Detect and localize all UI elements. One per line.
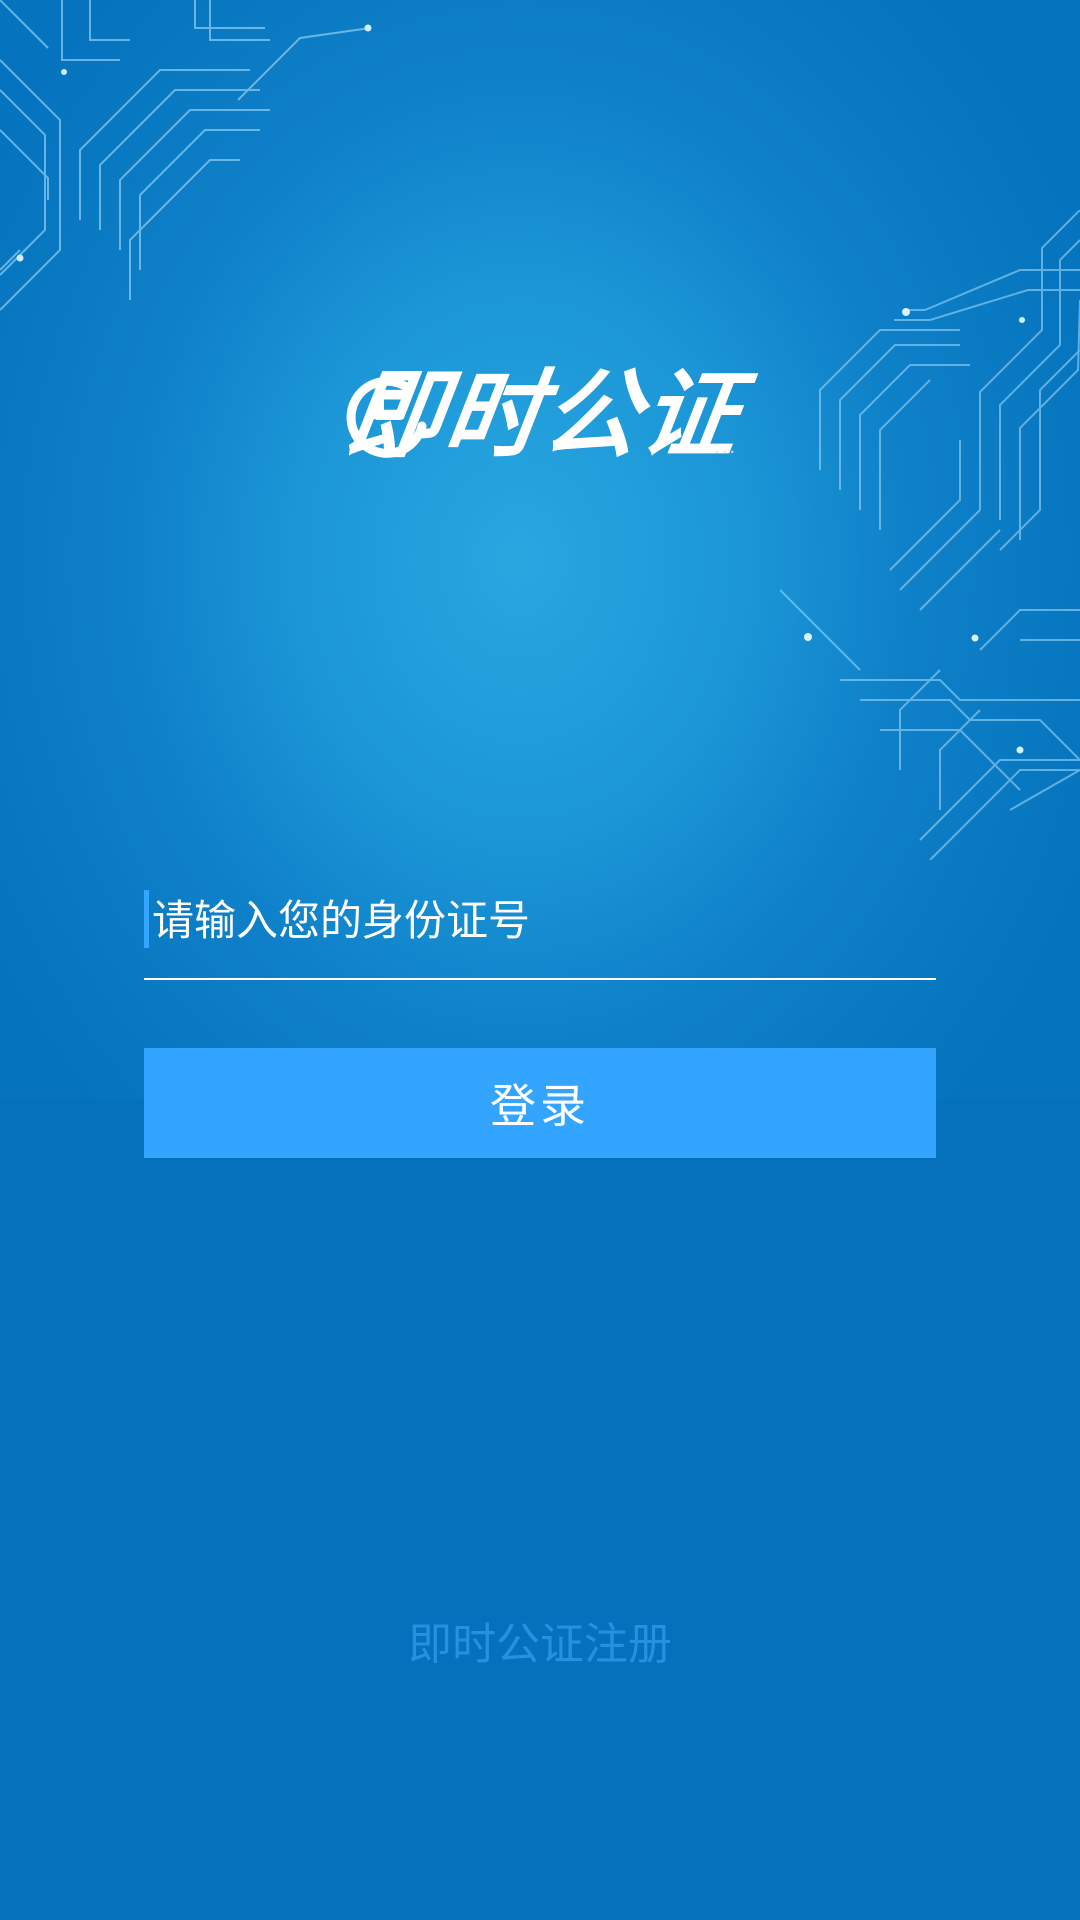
circuit-decoration-right [780, 210, 1080, 860]
circuit-decoration-top-left [0, 0, 372, 311]
logo-dots: ··· [714, 442, 738, 463]
register-link[interactable]: 即时公证注册 [0, 1608, 1080, 1672]
app-logo: 即时公证 ··· [330, 350, 750, 480]
id-number-input[interactable] [148, 880, 932, 960]
background-lower [0, 1100, 1080, 1920]
login-screen: 即时公证 ··· 登录 即时公证注册 [0, 0, 1080, 1920]
id-number-field[interactable] [144, 880, 936, 980]
login-button[interactable]: 登录 [144, 1048, 936, 1158]
logo-text: 即时公证 [340, 359, 748, 471]
